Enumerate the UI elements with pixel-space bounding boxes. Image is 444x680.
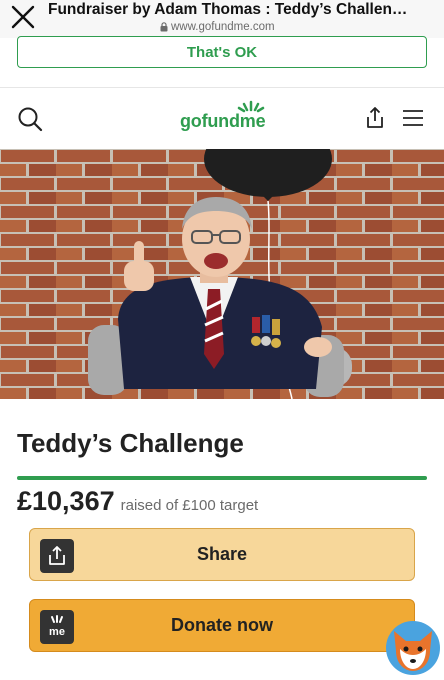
share-button-icon — [40, 539, 74, 573]
lock-icon — [160, 22, 168, 32]
donate-label: Donate now — [171, 615, 273, 635]
close-icon[interactable] — [10, 4, 36, 30]
progress-fill — [17, 476, 427, 480]
browser-bar: Fundraiser by Adam Thomas : Teddy’s Chal… — [0, 0, 444, 38]
cookie-banner: That's OK — [0, 36, 444, 88]
browser-title: Fundraiser by Adam Thomas : Teddy’s Chal… — [48, 1, 408, 18]
hero-illustration — [0, 149, 444, 399]
fox-icon — [386, 621, 440, 675]
share-button[interactable]: Share — [29, 528, 415, 581]
url-text: www.gofundme.com — [171, 21, 275, 33]
gofundme-me-icon: me — [40, 610, 74, 644]
amount-row: £10,367 raised of £100 target — [17, 486, 258, 517]
share-label: Share — [196, 544, 248, 564]
campaign-hero-image — [0, 149, 444, 399]
site-header: gofundme — [0, 89, 444, 149]
target-text: raised of £100 target — [120, 497, 259, 514]
amount-raised: £10,367 — [17, 486, 115, 516]
logo-text: gofundme — [180, 111, 266, 131]
me-text: me — [49, 626, 65, 638]
search-icon[interactable] — [17, 106, 43, 132]
share-icon[interactable] — [362, 105, 388, 131]
menu-icon[interactable] — [402, 109, 424, 127]
donate-now-button[interactable]: me Donate now — [29, 599, 415, 652]
thats-ok-button[interactable]: That's OK — [17, 36, 427, 68]
share-icon — [49, 546, 65, 565]
campaign-title: Teddy’s Challenge — [17, 428, 244, 458]
sun-rays-icon — [51, 615, 63, 623]
browser-url[interactable]: www.gofundme.com — [160, 21, 275, 33]
progress-bar — [17, 476, 427, 480]
logo-sun-icon — [237, 100, 265, 113]
gofundme-logo[interactable]: gofundme — [180, 100, 266, 132]
